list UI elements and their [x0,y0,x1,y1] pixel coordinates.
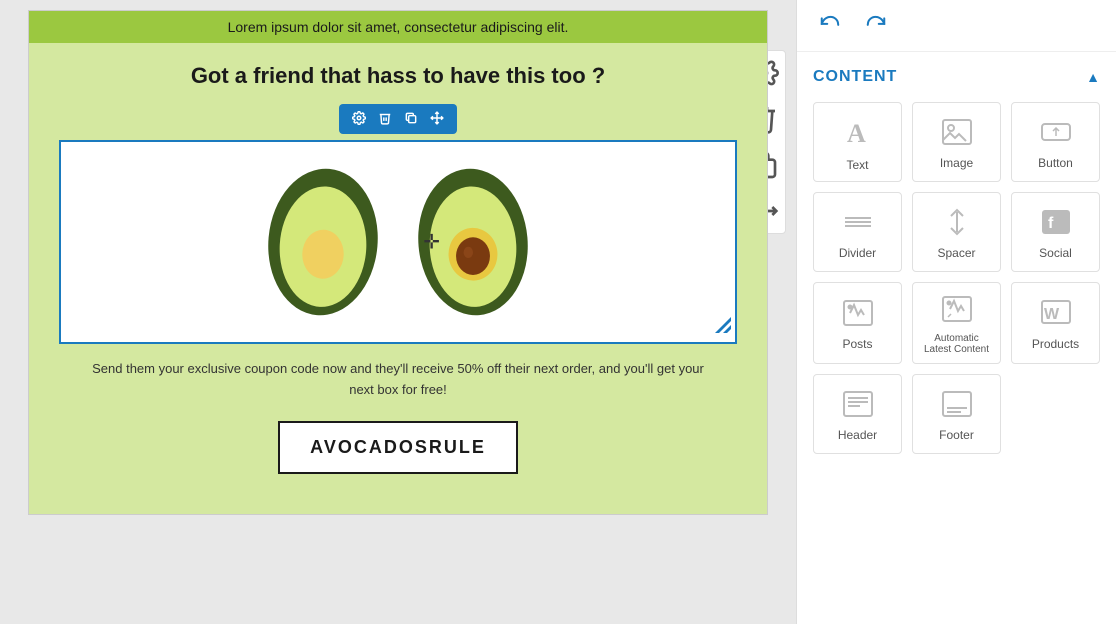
alc-content-icon [941,295,973,327]
resize-handle[interactable] [715,317,731,338]
content-item-button-label: Button [1038,156,1073,170]
block-move-btn[interactable] [425,109,449,129]
posts-content-icon [842,299,874,331]
email-body: Got a friend that hass to have this too … [29,43,767,514]
content-item-alc[interactable]: Automatic Latest Content [912,282,1001,364]
block-duplicate-btn[interactable] [399,109,423,129]
block-delete-btn[interactable] [373,109,397,129]
footer-content-icon [941,390,973,422]
block-settings-btn[interactable] [347,109,371,129]
panel-section-header: CONTENT ▲ [813,68,1100,86]
redo-button[interactable] [859,10,893,41]
svg-text:W: W [1044,306,1060,323]
content-item-footer-label: Footer [939,428,974,442]
email-text-block: Send them your exclusive coupon code now… [59,344,737,411]
content-item-posts[interactable]: Posts [813,282,902,364]
content-item-header-label: Header [838,428,877,442]
content-item-image-label: Image [940,156,973,170]
canvas-area: Lorem ipsum dolor sit amet, consectetur … [0,0,796,624]
content-item-alc-label: Automatic Latest Content [921,333,992,355]
avocado-image [61,142,735,342]
email-canvas: Lorem ipsum dolor sit amet, consectetur … [28,10,768,515]
text-content-icon: A [842,116,874,152]
divider-content-icon [842,208,874,240]
content-item-button[interactable]: Button [1011,102,1100,182]
content-item-products[interactable]: W Products [1011,282,1100,364]
panel-content: CONTENT ▲ A Text [797,52,1116,624]
coupon-block: AVOCADOSRULE [59,411,737,494]
image-content-icon [941,118,973,150]
svg-text:A: A [847,119,866,148]
crosshair-cursor: ✛ [423,230,440,255]
content-item-text-label: Text [846,158,868,172]
avocado-left-half [258,162,388,322]
spacer-content-icon [941,208,973,240]
social-content-icon: f [1040,208,1072,240]
email-banner: Lorem ipsum dolor sit amet, consectetur … [29,11,767,43]
panel-section-title: CONTENT [813,68,897,86]
content-item-footer[interactable]: Footer [912,374,1001,454]
panel-top-toolbar [797,0,1116,52]
content-item-header[interactable]: Header [813,374,902,454]
content-item-spacer-label: Spacer [937,246,975,260]
content-item-divider[interactable]: Divider [813,192,902,272]
content-item-spacer[interactable]: Spacer [912,192,1001,272]
email-heading: Got a friend that hass to have this too … [59,63,737,89]
banner-text: Lorem ipsum dolor sit amet, consectetur … [228,19,569,35]
content-item-text[interactable]: A Text [813,102,902,182]
coupon-button[interactable]: AVOCADOSRULE [278,421,518,474]
content-item-products-label: Products [1032,337,1079,351]
block-toolbar-inner [339,104,457,134]
image-block[interactable]: ✛ [59,140,737,344]
content-grid: A Text Image [813,102,1100,454]
svg-text:f: f [1048,215,1054,232]
content-item-social[interactable]: f Social [1011,192,1100,272]
collapse-arrow[interactable]: ▲ [1086,69,1100,85]
undo-button[interactable] [813,10,847,41]
content-item-social-label: Social [1039,246,1072,260]
block-toolbar [59,104,737,134]
content-item-posts-label: Posts [842,337,872,351]
content-item-divider-label: Divider [839,246,876,260]
content-item-image[interactable]: Image [912,102,1001,182]
right-panel: CONTENT ▲ A Text [796,0,1116,624]
products-content-icon: W [1040,299,1072,331]
header-content-icon [842,390,874,422]
button-content-icon [1040,118,1072,150]
